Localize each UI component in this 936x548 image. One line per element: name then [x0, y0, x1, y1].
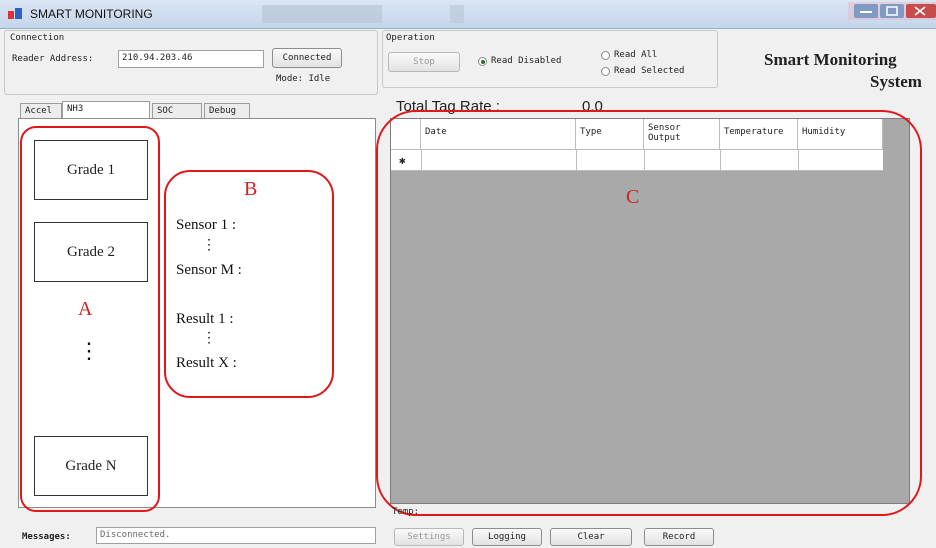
tab-accel[interactable]: Accel	[20, 103, 62, 118]
connect-button[interactable]: Connected	[272, 48, 342, 68]
annotation-label-b: B	[244, 178, 258, 200]
radio-read-disabled[interactable]	[478, 57, 487, 66]
app-icon	[8, 8, 22, 19]
app-title-line1: Smart Monitoring	[764, 50, 897, 69]
radio-read-disabled-label: Read Disabled	[491, 56, 562, 66]
radio-read-all[interactable]	[601, 51, 610, 60]
radio-read-selected[interactable]	[601, 67, 610, 76]
tab-debug[interactable]: Debug	[204, 103, 250, 118]
annotation-oval-c	[376, 110, 922, 516]
reader-address-label: Reader Address:	[12, 54, 94, 64]
record-button[interactable]: Record	[644, 528, 714, 546]
titlebar-obscured-region	[262, 5, 382, 23]
maximize-icon	[880, 4, 904, 18]
annotation-label-c: C	[626, 186, 640, 208]
annotation-label-a: A	[78, 298, 93, 320]
radio-read-selected-label: Read Selected	[614, 66, 685, 76]
annotation-oval-b	[164, 170, 334, 398]
window-title: SMART MONITORING	[30, 7, 153, 21]
connection-group-label: Connection	[10, 33, 65, 43]
clear-button[interactable]: Clear	[550, 528, 632, 546]
settings-button[interactable]: Settings	[394, 528, 464, 546]
stop-button[interactable]: Stop	[388, 52, 460, 72]
logging-button[interactable]: Logging	[472, 528, 542, 546]
temp-label: Temp:	[392, 507, 420, 517]
messages-field: Disconnected.	[96, 527, 376, 544]
reader-address-input[interactable]: 210.94.203.46	[118, 50, 264, 68]
messages-label: Messages:	[22, 532, 71, 542]
app-title-line2: System	[870, 72, 922, 91]
titlebar-obscured-region-2	[450, 5, 464, 23]
tab-soc[interactable]: SOC	[152, 103, 202, 118]
window-controls[interactable]	[848, 2, 936, 20]
operation-group-label: Operation	[386, 33, 435, 43]
tab-nh3[interactable]: NH3	[62, 101, 150, 118]
mode-status: Mode: Idle	[276, 74, 331, 84]
radio-read-all-label: Read All	[614, 50, 658, 60]
